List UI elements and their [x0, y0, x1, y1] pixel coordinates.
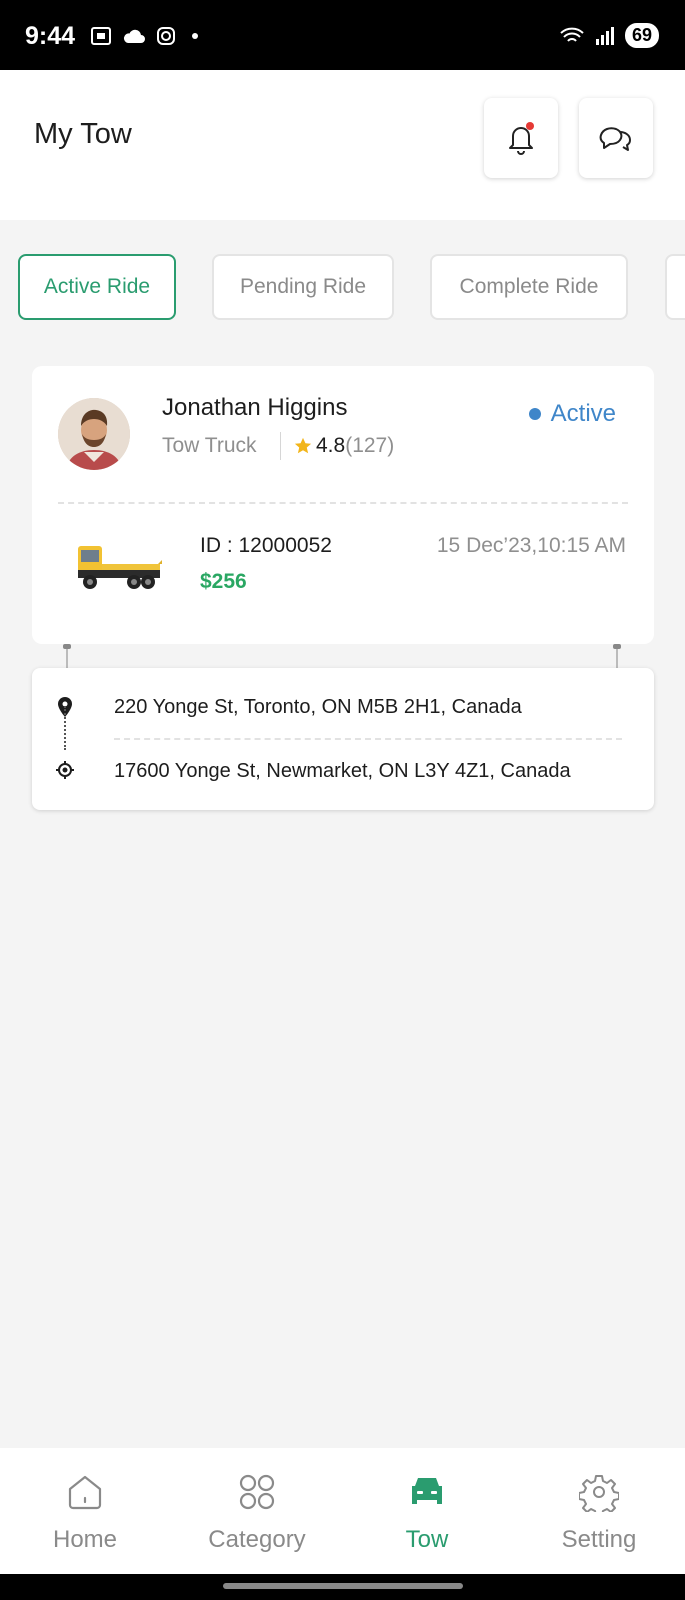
status-dot-icon [528, 408, 541, 420]
tab-next-partial[interactable] [665, 254, 685, 320]
status-label: Active [550, 400, 616, 427]
driver-rating: 4.8 (127) [294, 434, 394, 458]
nav-home-label: Home [52, 1526, 118, 1553]
app-header: My Tow [0, 70, 685, 220]
star-icon [294, 437, 312, 454]
ride-tabs: Active Ride Pending Ride Complete Ride [18, 254, 628, 320]
status-time: 9:44 [25, 22, 76, 50]
rating-count: (127) [345, 434, 395, 457]
avatar [58, 398, 130, 470]
bell-icon [509, 122, 534, 155]
ride-price: $256 [200, 570, 247, 593]
target-location-icon [56, 761, 74, 779]
vehicle-type: Tow Truck [162, 434, 257, 457]
home-gesture-handle[interactable] [223, 1583, 463, 1589]
gesture-bar [0, 1574, 685, 1600]
nav-tow[interactable]: Tow [342, 1470, 512, 1554]
battery-level: 69 [624, 23, 659, 48]
nav-setting-label: Setting [561, 1526, 637, 1553]
dropoff-address: 17600 Yonge St, Newmarket, ON L3Y 4Z1, C… [114, 760, 571, 782]
route-line [64, 706, 66, 750]
wifi-icon [560, 27, 584, 42]
instagram-icon [157, 27, 175, 45]
route-card: 220 Yonge St, Toronto, ON M5B 2H1, Canad… [32, 668, 654, 810]
home-icon [68, 1475, 102, 1510]
gear-icon [579, 1475, 619, 1512]
status-bar: 9:44 69 [0, 0, 685, 70]
tab-active-ride[interactable]: Active Ride [18, 254, 176, 320]
status-notification-icons [90, 26, 198, 46]
status-system-icons: 69 [559, 23, 659, 48]
car-icon [412, 1478, 442, 1504]
category-icon [239, 1474, 275, 1510]
nav-category-label: Category [208, 1526, 306, 1553]
ride-card[interactable]: Jonathan Higgins Tow Truck 4.8 (127) Acti… [32, 366, 654, 644]
chat-button[interactable] [579, 98, 653, 178]
driver-name: Jonathan Higgins [162, 394, 348, 421]
address-divider [114, 738, 622, 740]
ride-id: ID : 12000052 [200, 534, 332, 557]
page-title: My Tow [34, 118, 132, 150]
card-connector-right [613, 644, 621, 668]
nav-setting[interactable]: Setting [514, 1470, 684, 1554]
tow-truck-image [78, 546, 162, 589]
cloud-icon [123, 29, 145, 43]
tab-complete-ride[interactable]: Complete Ride [430, 254, 628, 320]
pickup-address: 220 Yonge St, Toronto, ON M5B 2H1, Canad… [114, 696, 522, 718]
more-notifications-dot-icon [192, 33, 198, 39]
ride-datetime: 15 Dec’23,10:15 AM [436, 534, 626, 557]
rating-value: 4.8 [316, 434, 346, 457]
nav-tow-label: Tow [405, 1526, 449, 1553]
bottom-nav: Home Category Tow Setting [0, 1448, 685, 1574]
nav-category[interactable]: Category [172, 1470, 342, 1554]
tab-pending-ride[interactable]: Pending Ride [212, 254, 394, 320]
chat-icon [599, 127, 631, 151]
divider [280, 432, 281, 460]
notifications-button[interactable] [484, 98, 558, 178]
card-divider [58, 502, 628, 504]
status-badge: Active [528, 400, 616, 428]
signal-icon [595, 26, 614, 45]
nav-home[interactable]: Home [0, 1470, 170, 1554]
screenshot-icon [91, 27, 111, 45]
card-connector-left [63, 644, 71, 668]
